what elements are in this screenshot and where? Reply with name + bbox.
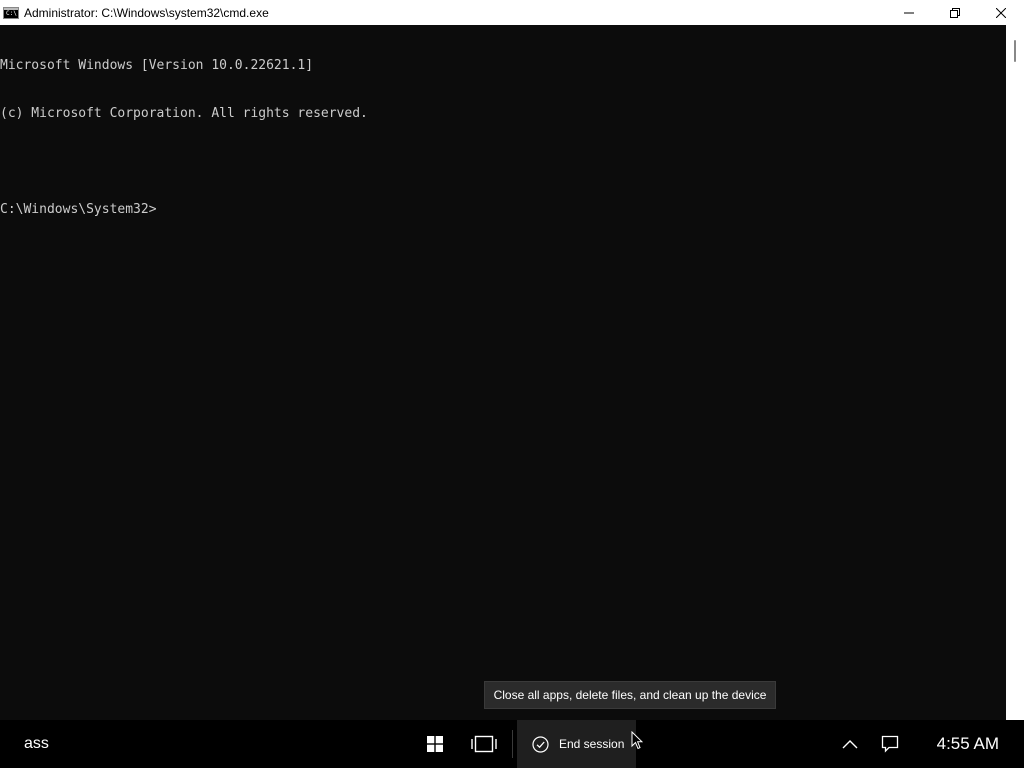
title-bar[interactable]: C:\ Administrator: C:\Windows\system32\c… (0, 0, 1024, 25)
start-button[interactable] (420, 720, 450, 768)
window-controls (886, 0, 1024, 25)
cmd-app-icon-text: C:\ (6, 9, 17, 17)
close-button[interactable] (978, 0, 1024, 25)
console-prompt: C:\Windows\System32> (0, 202, 157, 217)
close-icon (996, 7, 1006, 18)
scrollbar-thumb[interactable] (1014, 40, 1016, 62)
minimize-icon (904, 12, 914, 13)
mouse-pointer-icon (631, 731, 643, 750)
vertical-scrollbar[interactable] (1006, 25, 1024, 720)
show-hidden-icons-button[interactable] (838, 720, 862, 768)
taskbar-left-label[interactable]: ass (24, 720, 49, 768)
console-output[interactable]: Microsoft Windows [Version 10.0.22621.1]… (0, 25, 1006, 721)
chevron-up-icon (842, 740, 858, 749)
end-session-tooltip: Close all apps, delete files, and clean … (484, 681, 776, 709)
console-line: (c) Microsoft Corporation. All rights re… (0, 106, 368, 121)
check-circle-icon (532, 735, 549, 753)
cmd-app-icon[interactable]: C:\ (3, 6, 19, 19)
taskbar-divider (512, 730, 513, 758)
notification-icon (881, 735, 899, 753)
task-view-button[interactable] (468, 720, 500, 768)
taskbar: ass End session 4:55 AM (0, 720, 1024, 768)
end-session-label: End session (559, 737, 625, 751)
task-view-icon (471, 735, 497, 753)
minimize-button[interactable] (886, 0, 932, 25)
restore-button[interactable] (932, 0, 978, 25)
taskbar-clock[interactable]: 4:55 AM (937, 720, 999, 768)
end-session-button[interactable]: End session (517, 720, 636, 768)
window-title: Administrator: C:\Windows\system32\cmd.e… (24, 5, 269, 20)
windows-logo-icon (427, 736, 443, 752)
console-line: Microsoft Windows [Version 10.0.22621.1] (0, 58, 314, 73)
action-center-button[interactable] (878, 720, 902, 768)
cmd-window: C:\ Administrator: C:\Windows\system32\c… (0, 0, 1024, 720)
restore-icon (950, 7, 960, 18)
